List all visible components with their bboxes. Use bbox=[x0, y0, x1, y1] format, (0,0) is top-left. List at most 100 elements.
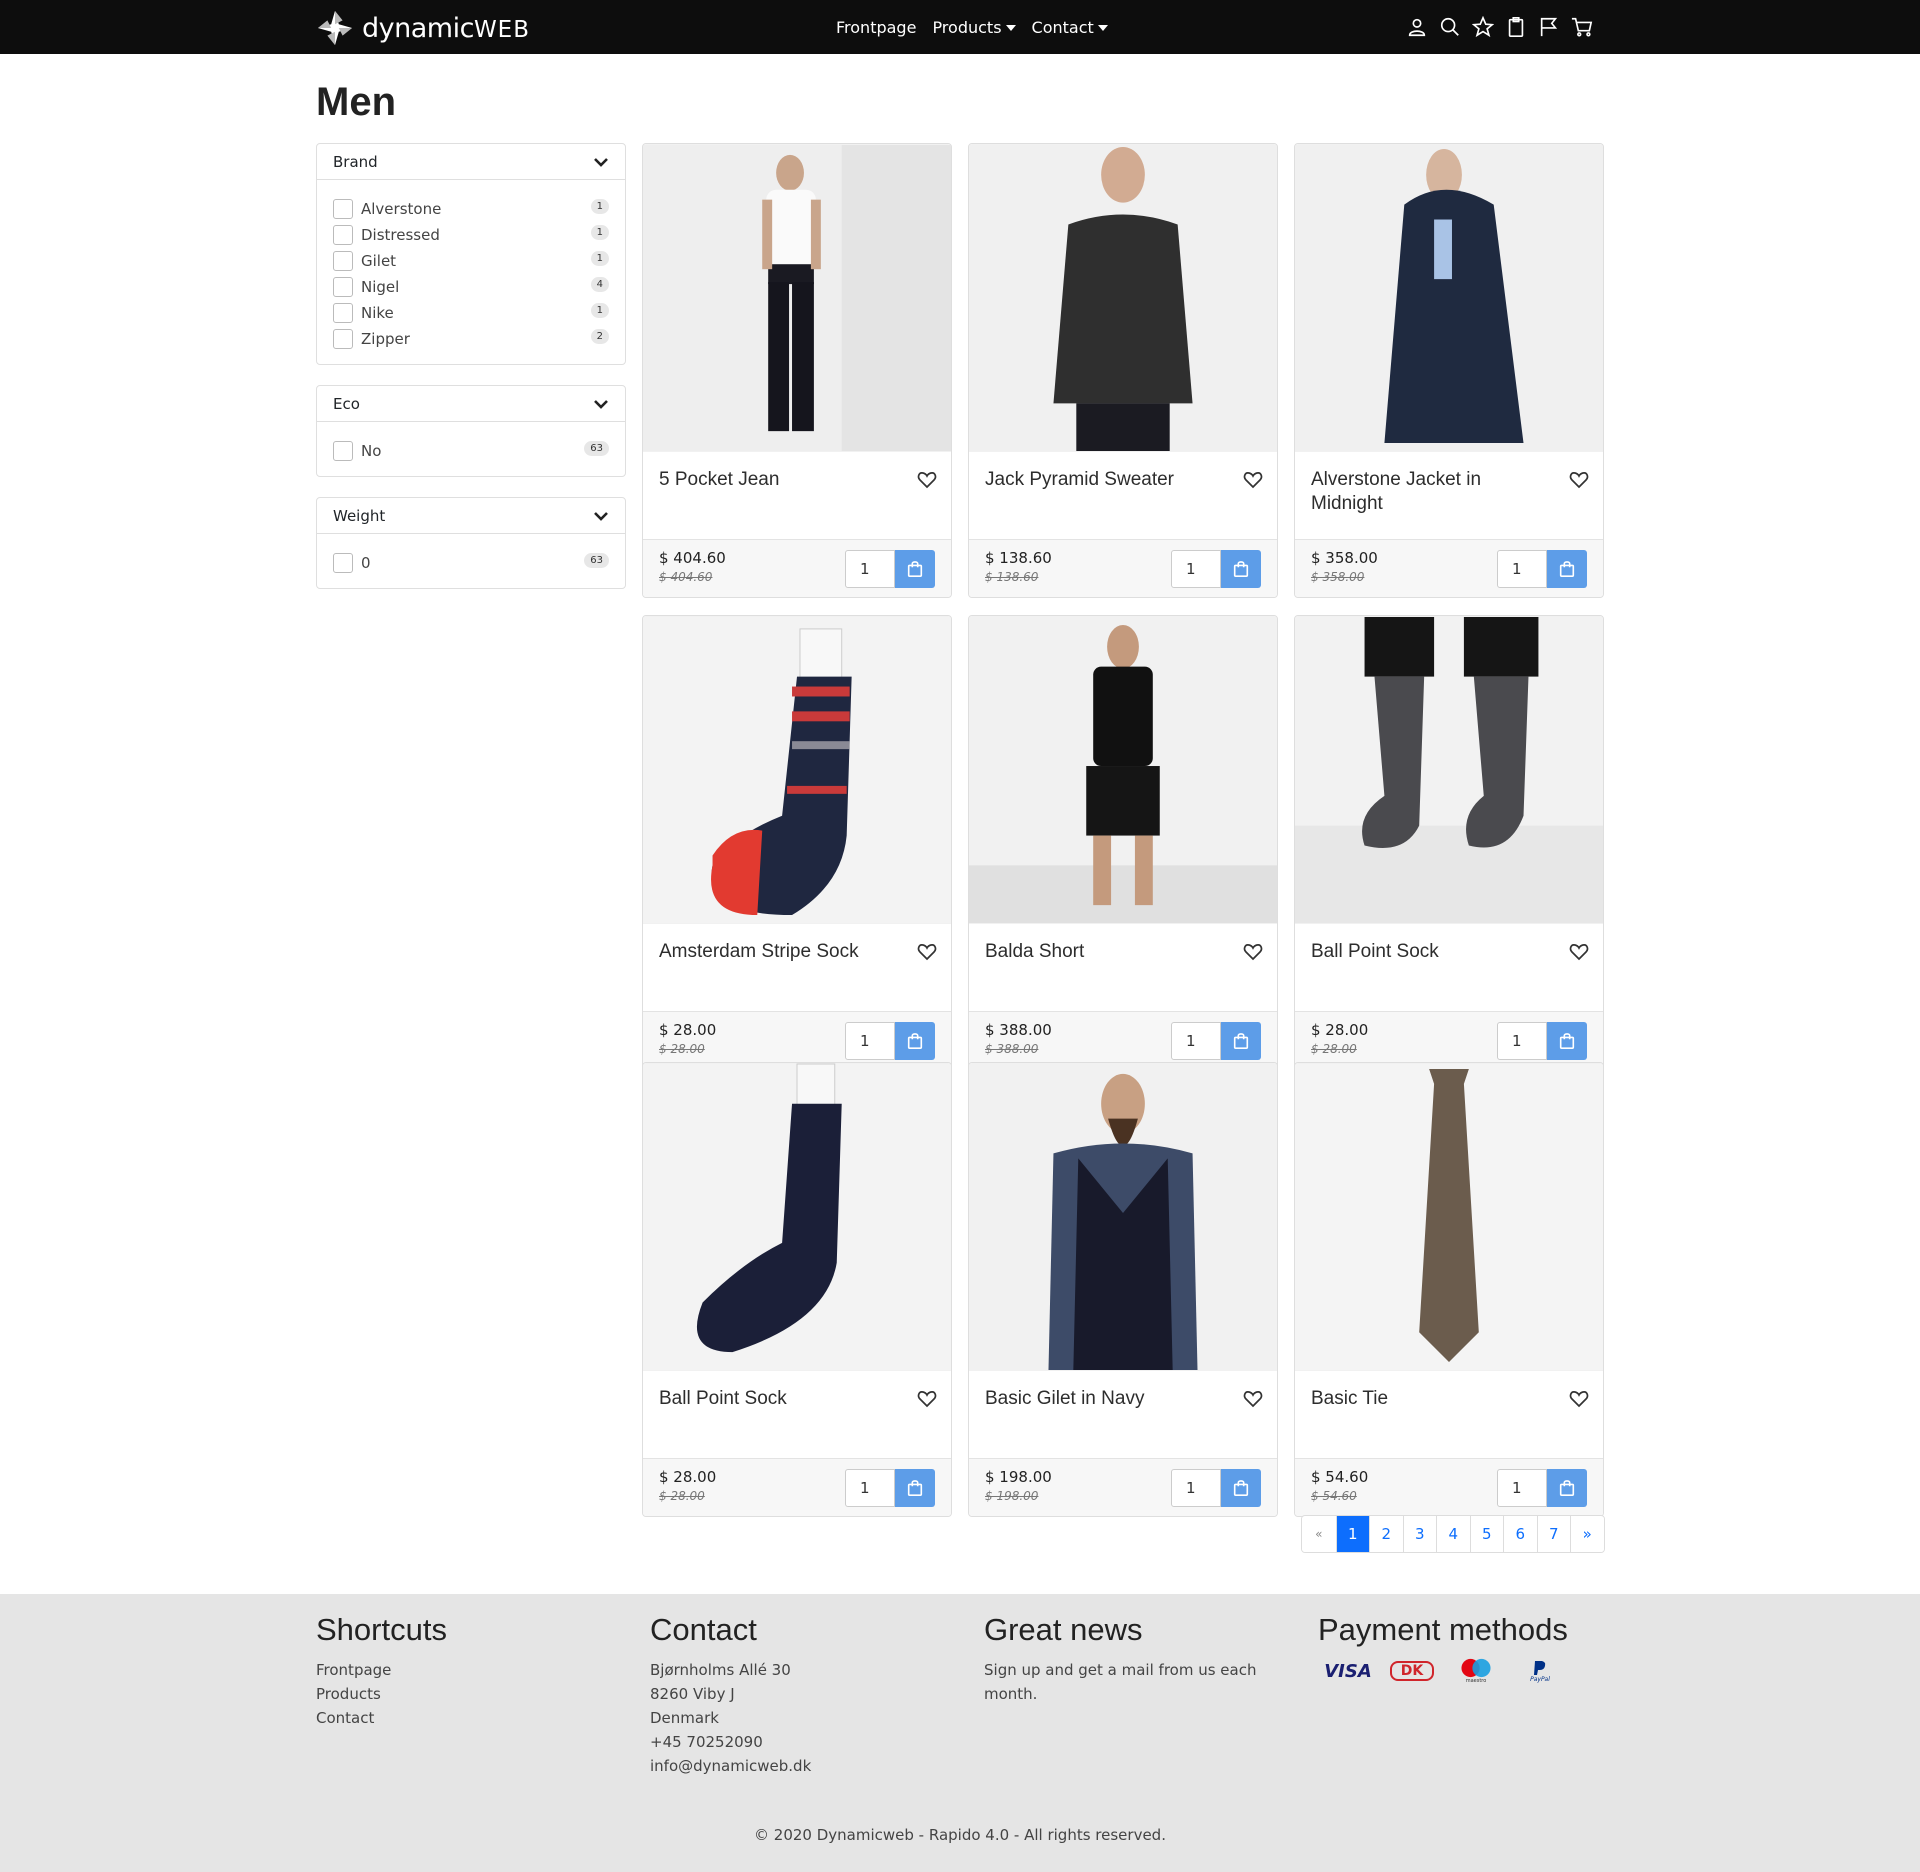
nav-frontpage[interactable]: Frontpage bbox=[836, 18, 916, 37]
add-to-cart-button[interactable] bbox=[895, 550, 935, 588]
add-to-cart-button[interactable] bbox=[1221, 1022, 1261, 1060]
quantity-input[interactable]: 1 bbox=[1497, 1469, 1547, 1507]
quantity-input[interactable]: 1 bbox=[1497, 1022, 1547, 1060]
pagination-next[interactable]: » bbox=[1570, 1516, 1604, 1552]
cart-icon[interactable] bbox=[1571, 12, 1593, 42]
product-card: Basic Gilet in Navy $ 198.00 $ 198.00 1 bbox=[968, 1062, 1278, 1517]
filter-option[interactable]: Alverstone 1 bbox=[333, 196, 609, 222]
product-image[interactable] bbox=[643, 616, 951, 924]
quantity-input[interactable]: 1 bbox=[845, 1469, 895, 1507]
filter-option[interactable]: Distressed 1 bbox=[333, 222, 609, 248]
heart-icon[interactable] bbox=[1243, 470, 1263, 490]
product-title[interactable]: Alverstone Jacket in Midnight bbox=[1311, 468, 1551, 516]
heart-icon[interactable] bbox=[1569, 1389, 1589, 1409]
add-to-cart-button[interactable] bbox=[895, 1469, 935, 1507]
footer-newsletter: Great news Sign up and get a mail from u… bbox=[984, 1612, 1256, 1706]
pagination-page[interactable]: 6 bbox=[1503, 1516, 1537, 1552]
heart-icon[interactable] bbox=[1569, 942, 1589, 962]
product-title[interactable]: Basic Gilet in Navy bbox=[985, 1387, 1225, 1411]
count-badge: 4 bbox=[590, 277, 609, 292]
product-image[interactable] bbox=[643, 1063, 951, 1371]
checkbox[interactable] bbox=[333, 277, 353, 297]
product-image[interactable] bbox=[1295, 616, 1603, 924]
clipboard-icon[interactable] bbox=[1505, 12, 1527, 42]
heart-icon[interactable] bbox=[917, 942, 937, 962]
shopping-bag-icon bbox=[1559, 1033, 1575, 1050]
quantity-input[interactable]: 1 bbox=[1497, 550, 1547, 588]
add-to-cart-button[interactable] bbox=[1547, 550, 1587, 588]
nav-products[interactable]: Products bbox=[932, 18, 1016, 37]
dynamicweb-logo[interactable]: dynamicWEB bbox=[316, 8, 530, 48]
heart-icon[interactable] bbox=[917, 470, 937, 490]
product-title[interactable]: Jack Pyramid Sweater bbox=[985, 468, 1225, 492]
chevron-down-icon bbox=[594, 157, 608, 167]
product-card: Ball Point Sock $ 28.00 $ 28.00 1 bbox=[642, 1062, 952, 1517]
nav-contact[interactable]: Contact bbox=[1032, 18, 1108, 37]
newsletter-text: Sign up and get a mail from us each bbox=[984, 1661, 1257, 1679]
phone-link[interactable]: +45 70252090 bbox=[650, 1730, 811, 1754]
pagination-page[interactable]: 4 bbox=[1436, 1516, 1470, 1552]
filter-option[interactable]: Nigel 4 bbox=[333, 274, 609, 300]
pagination-page[interactable]: 1 bbox=[1335, 1516, 1369, 1552]
filter-eco-header[interactable]: Eco bbox=[317, 386, 625, 422]
quantity-input[interactable]: 1 bbox=[1171, 1469, 1221, 1507]
add-to-cart-button[interactable] bbox=[1547, 1022, 1587, 1060]
filter-option[interactable]: Zipper 2 bbox=[333, 326, 609, 352]
add-to-cart-button[interactable] bbox=[1221, 1469, 1261, 1507]
checkbox[interactable] bbox=[333, 303, 353, 323]
filter-brand-header[interactable]: Brand bbox=[317, 144, 625, 180]
flag-icon[interactable] bbox=[1538, 12, 1560, 42]
user-icon[interactable] bbox=[1406, 12, 1428, 42]
product-image[interactable] bbox=[643, 144, 951, 452]
filter-weight-header[interactable]: Weight bbox=[317, 498, 625, 534]
add-to-cart-button[interactable] bbox=[1221, 550, 1261, 588]
pagination-prev[interactable]: « bbox=[1302, 1516, 1336, 1552]
product-image[interactable] bbox=[1295, 1063, 1603, 1371]
footer-link[interactable]: Frontpage bbox=[316, 1658, 447, 1682]
quantity-input[interactable]: 1 bbox=[845, 1022, 895, 1060]
product-title[interactable]: Balda Short bbox=[985, 940, 1225, 964]
pagination-page[interactable]: 5 bbox=[1469, 1516, 1503, 1552]
star-icon[interactable] bbox=[1472, 12, 1494, 42]
footer-link[interactable]: Contact bbox=[316, 1706, 447, 1730]
filter-option[interactable]: Gilet 1 bbox=[333, 248, 609, 274]
heart-icon[interactable] bbox=[1243, 942, 1263, 962]
footer-payment: Payment methods VISA DK maestro PayPal bbox=[1318, 1612, 1568, 1684]
quantity-input[interactable]: 1 bbox=[845, 550, 895, 588]
product-title[interactable]: Amsterdam Stripe Sock bbox=[659, 940, 899, 964]
checkbox[interactable] bbox=[333, 199, 353, 219]
shopping-bag-icon bbox=[907, 1480, 923, 1497]
product-title[interactable]: Ball Point Sock bbox=[1311, 940, 1551, 964]
heart-icon[interactable] bbox=[917, 1389, 937, 1409]
product-image[interactable] bbox=[969, 1063, 1277, 1371]
email-link[interactable]: info@dynamicweb.dk bbox=[650, 1754, 811, 1778]
filter-option[interactable]: No 63 bbox=[333, 438, 609, 464]
add-to-cart-button[interactable] bbox=[1547, 1469, 1587, 1507]
add-to-cart-button[interactable] bbox=[895, 1022, 935, 1060]
search-icon[interactable] bbox=[1439, 12, 1461, 42]
product-title[interactable]: Basic Tie bbox=[1311, 1387, 1551, 1411]
quantity-input[interactable]: 1 bbox=[1171, 1022, 1221, 1060]
product-title[interactable]: Ball Point Sock bbox=[659, 1387, 899, 1411]
checkbox[interactable] bbox=[333, 441, 353, 461]
product-title[interactable]: 5 Pocket Jean bbox=[659, 468, 899, 492]
checkbox[interactable] bbox=[333, 225, 353, 245]
checkbox[interactable] bbox=[333, 329, 353, 349]
pagination-page[interactable]: 7 bbox=[1536, 1516, 1570, 1552]
pagination-page[interactable]: 3 bbox=[1402, 1516, 1436, 1552]
product-card: Alverstone Jacket in Midnight $ 358.00 $… bbox=[1294, 143, 1604, 598]
heart-icon[interactable] bbox=[1569, 470, 1589, 490]
filter-option[interactable]: 0 63 bbox=[333, 550, 609, 576]
checkbox[interactable] bbox=[333, 553, 353, 573]
quantity-input[interactable]: 1 bbox=[1171, 550, 1221, 588]
filter-option[interactable]: Nike 1 bbox=[333, 300, 609, 326]
logo-text: dynamicWEB bbox=[362, 12, 530, 44]
heart-icon[interactable] bbox=[1243, 1389, 1263, 1409]
product-image[interactable] bbox=[969, 616, 1277, 924]
product-image[interactable] bbox=[1295, 144, 1603, 452]
visa-icon: VISA bbox=[1324, 1660, 1372, 1682]
pagination-page[interactable]: 2 bbox=[1369, 1516, 1403, 1552]
product-image[interactable] bbox=[969, 144, 1277, 452]
checkbox[interactable] bbox=[333, 251, 353, 271]
footer-link[interactable]: Products bbox=[316, 1682, 447, 1706]
